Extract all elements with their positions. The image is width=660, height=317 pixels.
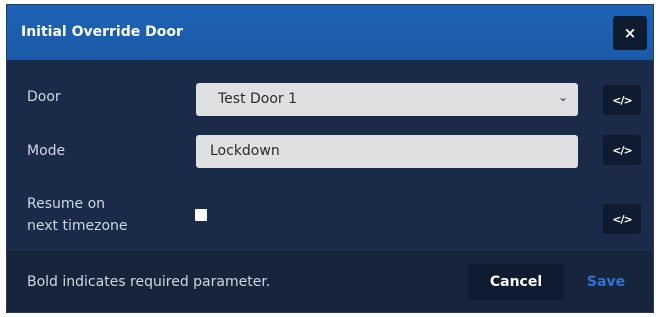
resume-code-button[interactable]: </>: [603, 204, 641, 234]
cancel-button[interactable]: Cancel: [468, 264, 564, 300]
resume-label: Resume on next timezone: [27, 193, 128, 237]
mode-field-value: Lockdown: [210, 143, 280, 159]
door-label: Door: [27, 89, 61, 105]
dialog-header: Initial Override Door ×: [7, 5, 653, 60]
mode-label: Mode: [27, 143, 66, 159]
code-icon: </>: [612, 143, 632, 157]
code-icon: </>: [612, 212, 632, 226]
override-door-dialog: Initial Override Door × Door Test Door 1…: [6, 4, 654, 313]
required-note: Bold indicates required parameter.: [27, 274, 271, 290]
dialog-footer: Bold indicates required parameter. Cance…: [7, 249, 653, 312]
door-select[interactable]: Test Door 1 ⌄: [196, 83, 578, 116]
chevron-down-icon: ⌄: [557, 90, 568, 104]
dialog-title: Initial Override Door: [21, 24, 183, 40]
mode-field[interactable]: Lockdown: [196, 135, 578, 168]
close-icon: ×: [623, 24, 637, 42]
close-button[interactable]: ×: [613, 16, 647, 50]
door-select-value: Test Door 1: [218, 91, 298, 107]
code-icon: </>: [612, 93, 632, 107]
resume-checkbox[interactable]: [195, 209, 207, 221]
door-code-button[interactable]: </>: [603, 85, 641, 115]
save-button[interactable]: Save: [570, 264, 642, 300]
resume-label-line1: Resume on: [27, 196, 106, 212]
mode-code-button[interactable]: </>: [603, 135, 641, 165]
resume-label-line2: next timezone: [27, 218, 128, 234]
